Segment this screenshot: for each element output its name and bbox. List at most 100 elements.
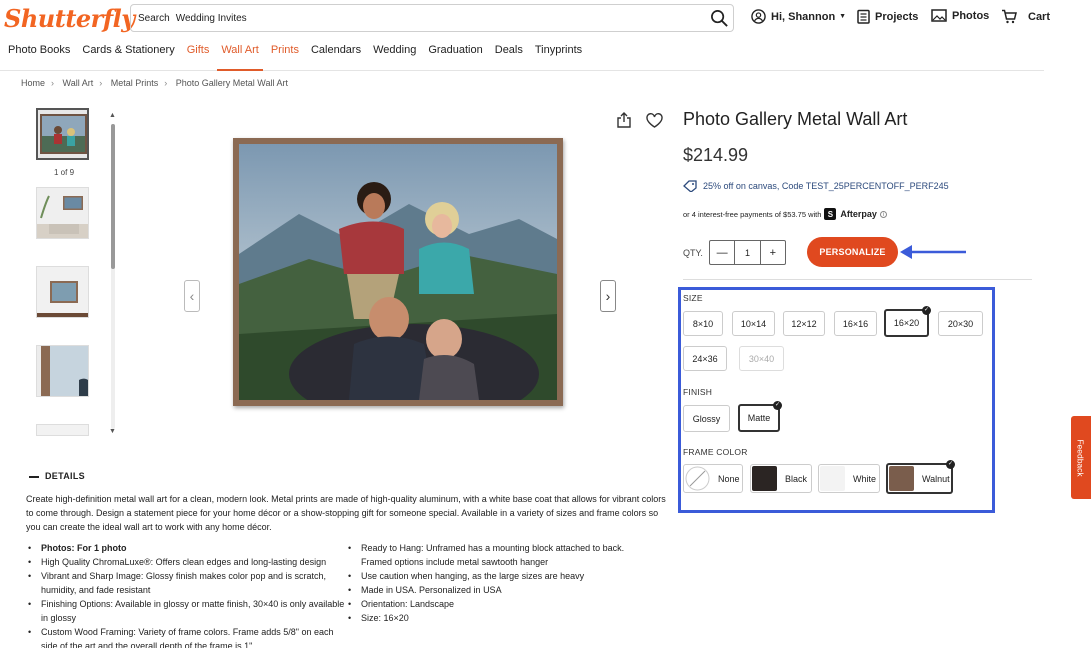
list-item: Finishing Options: Available in glossy o… [26, 597, 346, 625]
product-image [233, 138, 563, 406]
frame-option-black[interactable]: Black [750, 464, 812, 493]
frame-option-none[interactable]: None [683, 464, 743, 493]
quantity-input[interactable]: 1 [734, 241, 761, 264]
feature-list-left: Photos: For 1 photo High Quality ChromaL… [26, 541, 346, 648]
heart-icon[interactable] [646, 113, 663, 133]
photos-link[interactable]: Photos [931, 9, 989, 22]
size-option-10x14[interactable]: 10×14 [732, 311, 775, 336]
product-price: $214.99 [683, 145, 749, 165]
list-item: Photos: For 1 photo [26, 541, 346, 555]
details-toggle[interactable]: DETAILS [29, 471, 85, 481]
projects-label: Projects [875, 10, 919, 23]
photos-label: Photos [952, 9, 990, 22]
share-icon[interactable] [616, 112, 632, 133]
frame-option-label: None [718, 473, 740, 484]
breadcrumb: Home › Wall Art › Metal Prints › Photo Gall… [21, 78, 288, 88]
breadcrumb-current: Photo Gallery Metal Wall Art [175, 78, 288, 88]
increase-quantity-button[interactable]: + [761, 241, 785, 264]
frame-option-label: White [853, 473, 877, 484]
nav-wall-art[interactable]: Wall Art [217, 44, 263, 71]
feedback-tab[interactable]: Feedback [1071, 416, 1091, 499]
nav-graduation[interactable]: Graduation [424, 44, 486, 71]
nav-cards-stationery[interactable]: Cards & Stationery [78, 44, 178, 71]
check-icon: ✓ [922, 306, 931, 315]
frame-option-label: Black [785, 473, 808, 484]
projects-icon [857, 9, 870, 24]
black-swatch [752, 466, 777, 491]
tag-icon [683, 180, 697, 192]
search-icon[interactable] [710, 9, 729, 31]
size-option-12x12[interactable]: 12×12 [783, 311, 825, 336]
search-value: Wedding Invites [175, 12, 247, 24]
list-item: Use caution when hanging, as the large s… [346, 569, 646, 583]
size-option-16x20[interactable]: 16×20 ✓ [884, 306, 931, 337]
size-option-label: 16×20 [893, 318, 920, 328]
details-title: DETAILS [45, 471, 85, 481]
thumbnail-scrollbar[interactable]: ▲ ▼ [109, 112, 116, 438]
afterpay-logo-icon: S [824, 208, 837, 220]
list-item: Custom Wood Framing: Variety of frame co… [26, 625, 346, 648]
main-nav: Photo Books Cards & Stationery Gifts Wal… [0, 44, 1044, 71]
cart-label: Cart [1028, 10, 1051, 23]
chevron-down-icon: ▼ [839, 13, 847, 20]
divider [683, 279, 1032, 280]
personalize-button[interactable]: PERSONALIZE [807, 237, 898, 267]
account-menu[interactable]: Hi, Shannon ▼ [751, 9, 846, 24]
nav-tinyprints[interactable]: Tinyprints [531, 44, 586, 71]
breadcrumb-wall-art[interactable]: Wall Art [63, 78, 94, 88]
thumbnail-4[interactable] [36, 345, 89, 397]
finish-option-label: Matte [747, 413, 771, 423]
walnut-swatch [889, 466, 914, 491]
nav-prints[interactable]: Prints [267, 44, 303, 71]
size-option-30x40: 30×40 [739, 346, 784, 371]
search-label: Search [138, 12, 170, 24]
frame-option-white[interactable]: White [818, 464, 880, 493]
info-icon[interactable]: i [879, 210, 887, 218]
promo-text: 25% off on canvas, Code TEST_25PERCENTOF… [703, 181, 949, 191]
nav-deals[interactable]: Deals [491, 44, 527, 71]
size-option-8x10[interactable]: 8×10 [683, 311, 723, 336]
user-icon [751, 9, 766, 24]
size-option-24x36[interactable]: 24×36 [683, 346, 727, 371]
size-option-20x30[interactable]: 20×30 [938, 311, 983, 336]
shutterfly-logo[interactable]: Shutterfly [4, 4, 135, 33]
list-item: Size: 16×20 [346, 611, 646, 625]
chevron-up-icon[interactable]: ▲ [109, 112, 116, 119]
frame-option-walnut[interactable]: Walnut ✓ [886, 460, 955, 494]
list-item: Orientation: Landscape [346, 597, 646, 611]
quantity-stepper: — 1 + [709, 240, 786, 265]
feedback-label: Feedback [1076, 438, 1086, 477]
size-option-16x16[interactable]: 16×16 [834, 311, 877, 336]
list-item: Ready to Hang: Unframed has a mounting b… [346, 541, 646, 569]
projects-link[interactable]: Projects [857, 9, 918, 24]
search-input[interactable]: Search Wedding Invites [130, 4, 734, 32]
nav-gifts[interactable]: Gifts [183, 44, 214, 71]
list-item: Vibrant and Sharp Image: Glossy finish m… [26, 569, 346, 597]
check-icon: ✓ [773, 401, 782, 410]
check-icon: ✓ [946, 460, 955, 469]
thumbnail-1[interactable] [36, 108, 89, 160]
photos-icon [931, 9, 947, 22]
cart-link[interactable]: Cart [1001, 9, 1050, 24]
breadcrumb-metal-prints[interactable]: Metal Prints [111, 78, 159, 88]
finish-option-matte[interactable]: Matte ✓ [738, 401, 782, 432]
white-swatch [820, 466, 845, 491]
list-item: Made in USA. Personalized in USA [346, 583, 646, 597]
finish-option-glossy[interactable]: Glossy [683, 405, 730, 432]
cart-icon [1002, 9, 1017, 24]
quantity-label: QTY. [683, 248, 703, 258]
next-image-button[interactable]: › [600, 280, 616, 312]
nav-calendars[interactable]: Calendars [307, 44, 365, 71]
thumbnail-list [36, 108, 92, 463]
breadcrumb-home[interactable]: Home [21, 78, 45, 88]
account-label: Hi, Shannon [771, 10, 836, 23]
chevron-down-icon[interactable]: ▼ [109, 428, 116, 435]
previous-image-button[interactable]: ‹ [184, 280, 200, 312]
decrease-quantity-button[interactable]: — [710, 241, 734, 264]
nav-photo-books[interactable]: Photo Books [4, 44, 74, 71]
thumbnail-2[interactable] [36, 187, 89, 239]
thumbnail-5[interactable] [36, 424, 89, 436]
promo-banner: 25% off on canvas, Code TEST_25PERCENTOF… [683, 180, 949, 192]
thumbnail-3[interactable] [36, 266, 89, 318]
nav-wedding[interactable]: Wedding [369, 44, 420, 71]
